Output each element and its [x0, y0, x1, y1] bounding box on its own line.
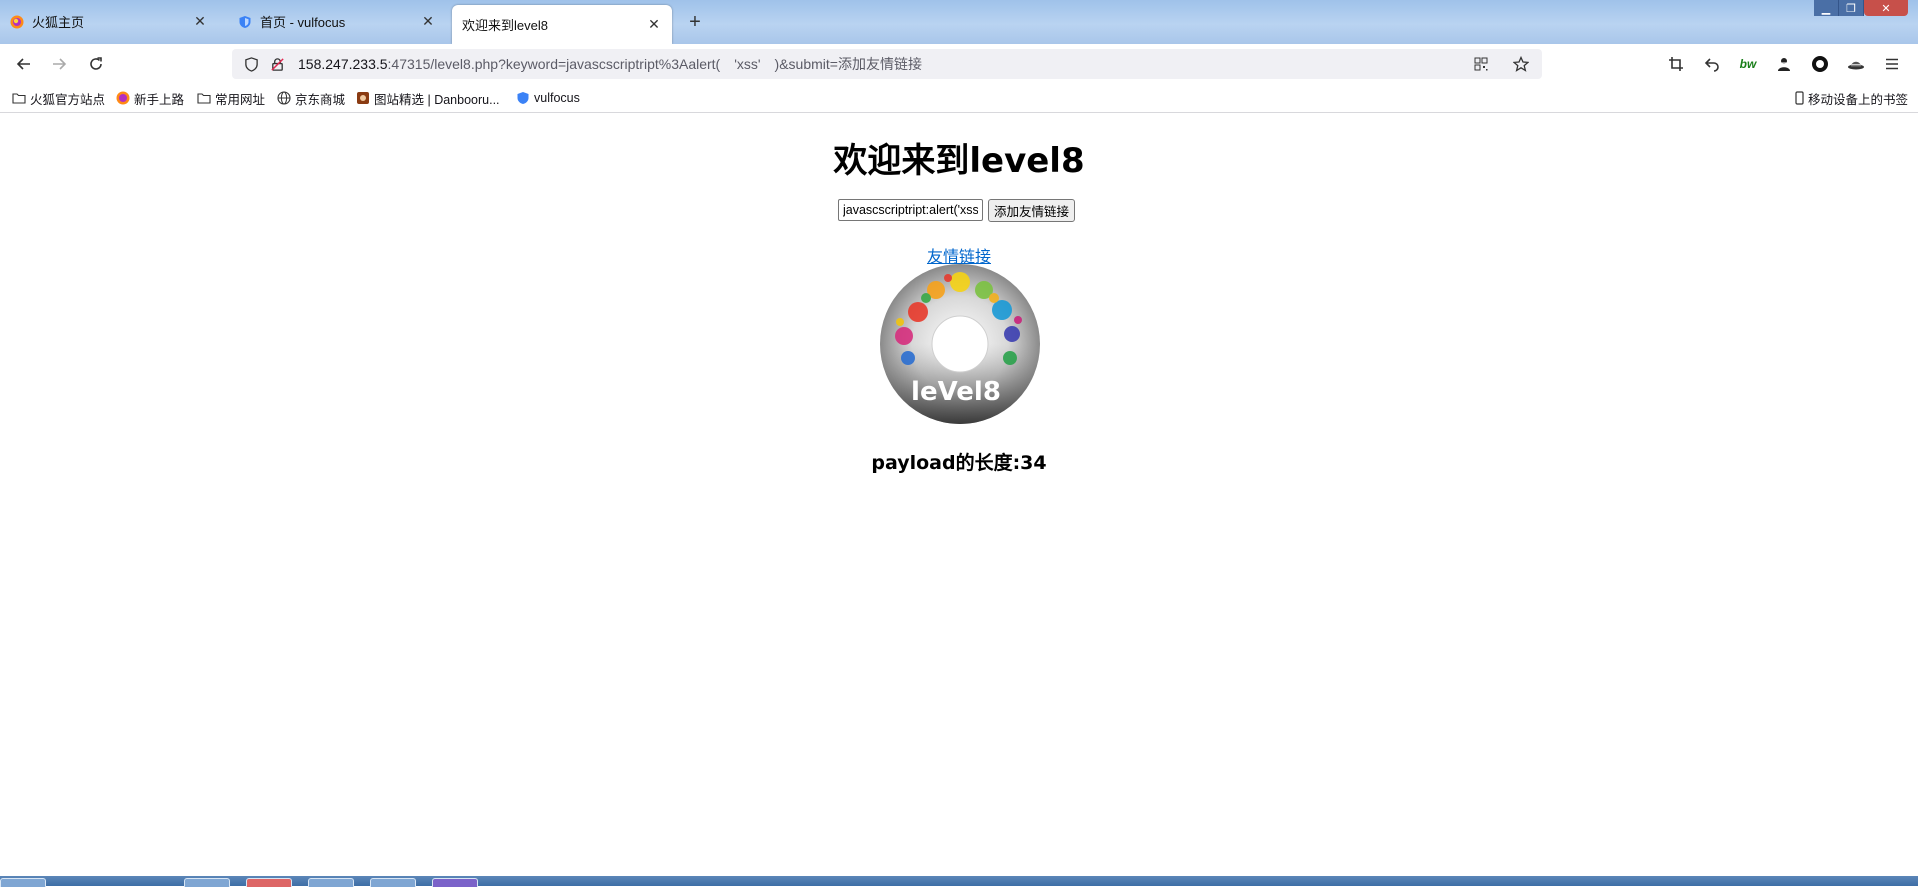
- toolbar-extensions: bw: [1664, 52, 1904, 76]
- bookmark-label: 新手上路: [134, 92, 185, 107]
- folder-icon: [12, 91, 26, 105]
- page-content: 欢迎来到level8 添加友情链接 友情链接: [0, 113, 1918, 873]
- tab-vulfocus[interactable]: 首页 - vulfocus ✕: [228, 5, 446, 38]
- firefox-icon: [10, 15, 24, 29]
- keyword-input[interactable]: [838, 199, 983, 221]
- shield-icon: [238, 15, 252, 29]
- bookmark-getting-started[interactable]: 新手上路: [116, 89, 184, 107]
- bookmark-label: 图站精选 | Danbooru...: [374, 92, 500, 107]
- image-icon: [356, 91, 370, 105]
- back-arrow-icon[interactable]: [12, 52, 36, 76]
- bookmark-danbooru[interactable]: 图站精选 | Danbooru...: [356, 89, 500, 107]
- level8-disc-logo: leVel8: [880, 264, 1040, 424]
- url-path: :47315/level8.php?keyword=javascscriptri…: [387, 56, 922, 72]
- qr-code-icon[interactable]: [1470, 53, 1492, 75]
- globe-icon: [277, 91, 291, 105]
- window-close-icon[interactable]: ✕: [1864, 0, 1908, 16]
- url-text[interactable]: 158.247.233.5:47315/level8.php?keyword=j…: [292, 54, 922, 74]
- bookmark-label: 京东商城: [295, 92, 346, 107]
- new-tab-button[interactable]: +: [684, 11, 706, 33]
- close-tab-icon[interactable]: ✕: [192, 13, 208, 30]
- bookmark-firefox-official[interactable]: 火狐官方站点: [12, 89, 105, 107]
- circle-extension-icon[interactable]: [1808, 52, 1832, 76]
- add-friend-link-button[interactable]: 添加友情链接: [988, 199, 1076, 222]
- hat-extension-icon[interactable]: [1844, 52, 1868, 76]
- bookmark-label: vulfocus: [534, 91, 580, 105]
- tab-title: 首页 - vulfocus: [260, 15, 346, 30]
- tab-strip: 火狐主页 ✕ 首页 - vulfocus ✕ 欢迎来到level8 ✕ + ▁ …: [0, 0, 1918, 44]
- minimize-icon[interactable]: ▁: [1814, 0, 1839, 16]
- bookmark-jd[interactable]: 京东商城: [277, 89, 345, 107]
- tracking-protection-shield-icon[interactable]: [240, 53, 262, 75]
- forward-arrow-icon[interactable]: [47, 52, 71, 76]
- bookmark-star-icon[interactable]: [1510, 53, 1532, 75]
- restore-icon[interactable]: ❐: [1839, 0, 1864, 16]
- address-bar[interactable]: 158.247.233.5:47315/level8.php?keyword=j…: [232, 49, 1542, 79]
- payload-length-text: payload的长度:34: [871, 452, 1047, 474]
- bookmark-label: 常用网址: [215, 92, 266, 107]
- tab-level8[interactable]: 欢迎来到level8 ✕: [452, 5, 672, 44]
- page-title: 欢迎来到level8: [833, 141, 1085, 181]
- disc-logo-text: leVel8: [911, 377, 1001, 407]
- folder-icon: [197, 91, 211, 105]
- undo-close-tab-icon[interactable]: [1700, 52, 1724, 76]
- bookmark-mobile[interactable]: 移动设备上的书签: [1794, 89, 1908, 107]
- close-tab-icon[interactable]: ✕: [646, 16, 662, 33]
- url-host: 158.247.233.5: [298, 56, 388, 72]
- mobile-device-icon: [1794, 91, 1804, 105]
- bw-extension-icon[interactable]: bw: [1736, 52, 1760, 76]
- user-incognito-icon[interactable]: [1772, 52, 1796, 76]
- shield-icon: [516, 91, 530, 105]
- insecure-lock-icon[interactable]: [266, 53, 288, 75]
- bookmark-label: 移动设备上的书签: [1808, 92, 1909, 107]
- tab-title: 欢迎来到level8: [462, 18, 548, 33]
- os-taskbar: [0, 876, 1918, 887]
- navigation-toolbar: 158.247.233.5:47315/level8.php?keyword=j…: [0, 44, 1918, 84]
- link-form: 添加友情链接: [838, 199, 1076, 222]
- screenshot-crop-icon[interactable]: [1664, 52, 1688, 76]
- url-actions: [1470, 53, 1532, 75]
- bookmark-label: 火狐官方站点: [30, 92, 106, 107]
- bookmark-common-sites[interactable]: 常用网址: [197, 89, 265, 107]
- close-tab-icon[interactable]: ✕: [420, 13, 436, 30]
- firefox-icon: [116, 91, 130, 105]
- bookmark-vulfocus[interactable]: vulfocus: [516, 89, 580, 107]
- tab-firefox-home[interactable]: 火狐主页 ✕: [0, 5, 218, 38]
- reload-icon[interactable]: [84, 52, 108, 76]
- window-controls: ▁ ❐ ✕: [1814, 0, 1908, 16]
- bookmarks-toolbar: 火狐官方站点 新手上路 常用网址 京东商城 图站精选 | Danbooru...…: [0, 84, 1918, 113]
- tab-title: 火狐主页: [32, 15, 85, 30]
- menu-hamburger-icon[interactable]: [1880, 52, 1904, 76]
